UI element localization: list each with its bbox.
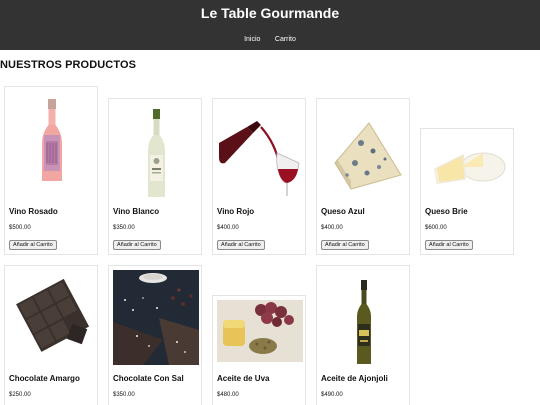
product-price: $350.00 bbox=[113, 392, 135, 398]
product-card-aceite-de-ajonjoli: Aceite de Ajonjoli $490.00 bbox=[316, 265, 410, 405]
add-to-cart-button[interactable]: Añadir al Carrito bbox=[9, 240, 57, 250]
product-card-queso-brie: Queso Brie $600.00 Añadir al Carrito bbox=[420, 128, 514, 255]
product-card-queso-azul: Queso Azul $400.00 Añadir al Carrito bbox=[316, 98, 410, 255]
add-to-cart-button[interactable]: Añadir al Carrito bbox=[425, 240, 473, 250]
product-name: Queso Brie bbox=[425, 207, 468, 216]
queso-azul-image bbox=[321, 103, 407, 198]
site-title: Le Table Gourmande bbox=[200, 5, 340, 21]
product-price: $400.00 bbox=[321, 225, 343, 231]
vino-rosado-image bbox=[9, 91, 95, 181]
product-price: $350.00 bbox=[113, 225, 135, 231]
product-card-aceite-de-uva: Aceite de Uva $480.00 bbox=[212, 295, 306, 405]
product-name: Vino Blanco bbox=[113, 207, 160, 216]
product-price: $600.00 bbox=[425, 225, 447, 231]
product-price: $250.00 bbox=[9, 392, 31, 398]
chocolate-amargo-image bbox=[9, 270, 95, 360]
product-name: Chocolate Con Sal bbox=[113, 374, 184, 383]
product-price: $400.00 bbox=[217, 225, 239, 231]
main-nav: Inicio Carrito bbox=[0, 28, 540, 46]
queso-brie-image bbox=[425, 133, 511, 193]
product-card-vino-blanco: Vino Blanco $350.00 Añadir al Carrito bbox=[108, 98, 202, 255]
product-price: $490.00 bbox=[321, 392, 343, 398]
product-card-chocolate-con-sal: Chocolate Con Sal $350.00 bbox=[108, 265, 202, 405]
product-name: Aceite de Uva bbox=[217, 374, 270, 383]
product-name: Vino Rojo bbox=[217, 207, 255, 216]
product-name: Aceite de Ajonjoli bbox=[321, 374, 388, 383]
add-to-cart-button[interactable]: Añadir al Carrito bbox=[113, 240, 161, 250]
vino-rojo-image bbox=[217, 103, 303, 198]
product-name: Chocolate Amargo bbox=[9, 374, 80, 383]
product-card-vino-rojo: Vino Rojo $400.00 Añadir al Carrito bbox=[212, 98, 306, 255]
vino-blanco-image bbox=[113, 103, 199, 198]
aceite-de-uva-image bbox=[217, 300, 303, 362]
aceite-de-ajonjoli-image bbox=[321, 270, 407, 365]
site-header: Le Table Gourmande Inicio Carrito bbox=[0, 0, 540, 50]
product-card-chocolate-amargo: Chocolate Amargo $250.00 bbox=[4, 265, 98, 405]
product-price: $480.00 bbox=[217, 392, 239, 398]
nav-link-carrito[interactable]: Carrito bbox=[275, 36, 296, 43]
product-name: Queso Azul bbox=[321, 207, 365, 216]
section-title: NUESTROS PRODUCTOS bbox=[0, 59, 137, 71]
chocolate-con-sal-image bbox=[113, 270, 199, 365]
product-price: $500.00 bbox=[9, 225, 31, 231]
product-name: Vino Rosado bbox=[9, 207, 58, 216]
add-to-cart-button[interactable]: Añadir al Carrito bbox=[217, 240, 265, 250]
add-to-cart-button[interactable]: Añadir al Carrito bbox=[321, 240, 369, 250]
product-card-vino-rosado: Vino Rosado $500.00 Añadir al Carrito bbox=[4, 86, 98, 255]
nav-link-inicio[interactable]: Inicio bbox=[244, 36, 260, 43]
